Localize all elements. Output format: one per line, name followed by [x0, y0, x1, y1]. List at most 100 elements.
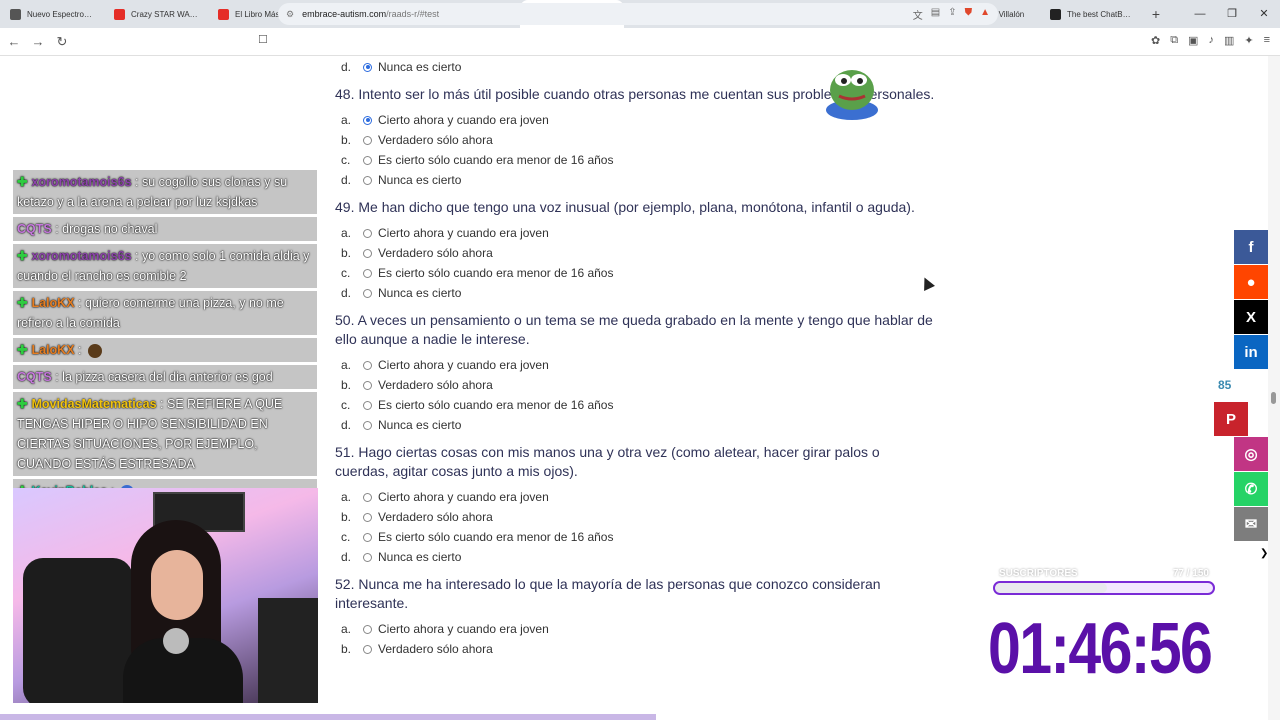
- radio-button[interactable]: [363, 492, 372, 502]
- frog-emote-icon: [826, 70, 878, 120]
- chat-badge-icon: ✚: [17, 296, 28, 310]
- chat-username: xoromotamois6s: [31, 175, 132, 189]
- alert-icon[interactable]: ▲: [980, 7, 990, 22]
- pinterest-share-button[interactable]: P: [1214, 402, 1248, 436]
- answer-option[interactable]: c. Es cierto sólo cuando era menor de 16 …: [335, 263, 935, 283]
- share-icon[interactable]: ⇪: [948, 7, 956, 22]
- chat-message: CQTS : drogas no chaval: [13, 217, 317, 241]
- subscriber-goal-count: 77 / 150: [1172, 568, 1209, 579]
- site-info-icon[interactable]: ⚙: [286, 9, 294, 20]
- answer-option[interactable]: a. Cierto ahora y cuando era joven: [335, 487, 935, 507]
- answer-option[interactable]: b. Verdadero sólo ahora: [335, 130, 935, 150]
- url-host: embrace-autism.com: [302, 9, 387, 19]
- radio-button[interactable]: [363, 420, 372, 430]
- radio-button[interactable]: [363, 135, 372, 145]
- answer-option[interactable]: d. Nunca es cierto: [335, 170, 935, 190]
- answer-option[interactable]: b. Verdadero sólo ahora: [335, 375, 935, 395]
- puzzle-icon[interactable]: ⧉: [1170, 34, 1178, 47]
- option-letter: a.: [341, 226, 352, 240]
- answer-option[interactable]: c. Es cierto sólo cuando era menor de 16 …: [335, 150, 935, 170]
- answer-option[interactable]: b. Verdadero sólo ahora: [335, 507, 935, 527]
- answer-option[interactable]: d. Nunca es cierto: [335, 415, 935, 435]
- facebook-share-button[interactable]: f: [1234, 230, 1268, 264]
- whatsapp-share-button[interactable]: ✆: [1234, 472, 1268, 506]
- instagram-share-button[interactable]: ◎: [1234, 437, 1268, 471]
- music-icon[interactable]: ♪: [1208, 34, 1214, 47]
- browser-tab[interactable]: Crazy STAR WARS fl: [104, 0, 208, 28]
- linkedin-icon: in: [1244, 343, 1258, 361]
- scrollbar-thumb[interactable]: [1271, 392, 1276, 404]
- radio-button[interactable]: [363, 624, 372, 634]
- radio-button[interactable]: [363, 115, 372, 125]
- radio-button[interactable]: [363, 228, 372, 238]
- option-letter: c.: [341, 530, 351, 544]
- answer-option[interactable]: d. Nunca es cierto: [335, 283, 935, 303]
- restore-icon[interactable]: ❐: [1216, 0, 1248, 28]
- translate-icon[interactable]: 文: [913, 7, 923, 22]
- extension-icon[interactable]: ✿: [1151, 34, 1160, 47]
- option-letter: c.: [341, 266, 351, 280]
- chat-text: :: [78, 343, 82, 357]
- shield-icon[interactable]: ⛊: [965, 7, 973, 22]
- video-progress-strip: [0, 714, 656, 720]
- share-count: 85: [1218, 378, 1232, 392]
- chat-text: : la pizza casera del dia anterior es go…: [55, 370, 273, 384]
- radio-button[interactable]: [363, 248, 372, 258]
- option-label: Es cierto sólo cuando era menor de 16 añ…: [378, 398, 614, 412]
- answer-option[interactable]: c. Es cierto sólo cuando era menor de 16 …: [335, 527, 935, 547]
- wallet-icon[interactable]: ✦: [1244, 34, 1253, 47]
- radio-button[interactable]: [363, 532, 372, 542]
- answer-option[interactable]: c. Es cierto sólo cuando era menor de 16 …: [335, 395, 935, 415]
- close-window-icon[interactable]: ✕: [1248, 0, 1280, 28]
- option-letter: d.: [341, 418, 352, 432]
- chat-message: ✚ xoromotamois6s : yo como solo 1 comida …: [13, 244, 317, 288]
- bookmark-icon[interactable]: ☐: [258, 33, 268, 46]
- radio-button[interactable]: [363, 360, 372, 370]
- chat-badge-icon: ✚: [17, 343, 28, 357]
- minimize-icon[interactable]: —: [1184, 0, 1216, 28]
- linkedin-share-button[interactable]: in: [1234, 335, 1268, 369]
- question-text: 50. A veces un pensamiento o un tema se …: [335, 311, 935, 349]
- email-share-button[interactable]: ✉: [1234, 507, 1268, 541]
- radio-button[interactable]: [363, 512, 372, 522]
- back-icon[interactable]: ←: [4, 34, 24, 49]
- menu-icon[interactable]: ≡: [1264, 34, 1270, 47]
- sidebar-icon[interactable]: ▥: [1224, 34, 1234, 47]
- answer-option[interactable]: a. Cierto ahora y cuando era joven: [335, 355, 935, 375]
- x-share-button[interactable]: X: [1234, 300, 1268, 334]
- reddit-share-button[interactable]: ●: [1234, 265, 1268, 299]
- answer-option[interactable]: a. Cierto ahora y cuando era joven: [335, 223, 935, 243]
- tab-label: Crazy STAR WARS fl: [131, 9, 198, 19]
- question-text: 51. Hago ciertas cosas con mis manos una…: [335, 443, 935, 481]
- window-controls: — ❐ ✕: [1184, 0, 1280, 28]
- answer-option[interactable]: b. Verdadero sólo ahora: [335, 639, 935, 659]
- question-number: 48.: [335, 86, 355, 102]
- forward-icon[interactable]: →: [28, 34, 48, 49]
- reload-icon[interactable]: ↻: [52, 34, 72, 50]
- radio-button[interactable]: [363, 644, 372, 654]
- answer-option[interactable]: d. Nunca es cierto: [335, 547, 935, 567]
- radio-button[interactable]: [363, 380, 372, 390]
- radio-button[interactable]: [363, 288, 372, 298]
- reader-icon[interactable]: ▤: [931, 7, 940, 22]
- question-number: 50.: [335, 312, 355, 328]
- browser-extensions: ✿ ⧉ ▣ ♪ ▥ ✦ ≡: [1151, 34, 1270, 47]
- radio-button[interactable]: [363, 62, 372, 72]
- page-scrollbar[interactable]: [1268, 56, 1280, 720]
- radio-button[interactable]: [363, 175, 372, 185]
- instagram-icon: ◎: [1244, 446, 1258, 463]
- answer-option[interactable]: b. Verdadero sólo ahora: [335, 243, 935, 263]
- stream-chat: ✚ xoromotamois6s : su cogollo sus clonas …: [13, 170, 317, 506]
- radio-button[interactable]: [363, 552, 372, 562]
- radio-button[interactable]: [363, 400, 372, 410]
- webcam-streamer-face: [151, 550, 203, 620]
- screenshot-icon[interactable]: ▣: [1188, 34, 1198, 47]
- new-tab-button[interactable]: +: [1144, 6, 1168, 22]
- radio-button[interactable]: [363, 155, 372, 165]
- whatsapp-icon: ✆: [1244, 481, 1258, 498]
- browser-tab[interactable]: The best ChatBot ar: [1040, 0, 1144, 28]
- browser-tab[interactable]: Nuevo Espectro po: [0, 0, 104, 28]
- radio-button[interactable]: [363, 268, 372, 278]
- address-bar[interactable]: ⚙ embrace-autism.com /raads-r/#test 文 ▤ …: [278, 3, 998, 25]
- answer-option[interactable]: a. Cierto ahora y cuando era joven: [335, 619, 935, 639]
